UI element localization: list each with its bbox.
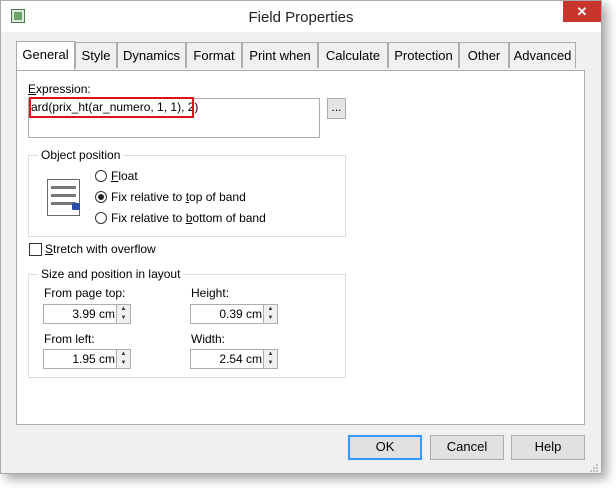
tab-dynamics[interactable]: Dynamics [117, 42, 186, 68]
tab-style[interactable]: Style [75, 42, 117, 68]
height-field[interactable]: 0.39 cm ▲ ▼ [190, 304, 278, 324]
field-properties-dialog: Field Properties ✕ General Style Dynamic… [0, 0, 602, 474]
from-left-spinner[interactable]: ▲ ▼ [116, 350, 130, 368]
from-page-top-field[interactable]: 3.99 cm ▲ ▼ [43, 304, 131, 324]
cancel-button[interactable]: Cancel [430, 435, 504, 460]
width-field[interactable]: 2.54 cm ▲ ▼ [190, 349, 278, 369]
object-position-group: Object position Float Fix relative to to… [28, 148, 346, 237]
height-value: 0.39 cm [219, 307, 262, 321]
help-button[interactable]: Help [511, 435, 585, 460]
fix-bottom-label: Fix relative to bottom of band [111, 211, 266, 225]
expression-label: Expression: [28, 82, 91, 96]
spin-down-icon[interactable]: ▼ [264, 359, 277, 368]
tab-calculate[interactable]: Calculate [318, 42, 388, 68]
ok-button[interactable]: OK [348, 435, 422, 460]
expression-highlight [29, 97, 194, 118]
tab-print-when[interactable]: Print when [242, 42, 318, 68]
height-label: Height: [191, 286, 230, 300]
from-left-value: 1.95 cm [72, 352, 115, 366]
float-label: Float [111, 169, 138, 183]
close-button[interactable]: ✕ [563, 1, 601, 22]
width-label: Width: [191, 332, 226, 346]
tab-general[interactable]: General [16, 41, 75, 70]
dialog-title: Field Properties [248, 9, 354, 26]
fix-top-label: Fix relative to top of band [111, 190, 246, 204]
spin-up-icon[interactable]: ▲ [264, 350, 277, 359]
expression-browse-button[interactable]: ... [327, 98, 346, 119]
general-panel: Expression: ard(prix_ht(ar_numero, 1, 1)… [16, 70, 585, 425]
spin-down-icon[interactable]: ▼ [117, 359, 130, 368]
from-left-label: From left: [44, 332, 95, 346]
from-page-top-spinner[interactable]: ▲ ▼ [116, 305, 130, 323]
stretch-overflow-checkbox[interactable] [29, 243, 42, 256]
stretch-overflow-label: Stretch with overflow [45, 242, 156, 256]
document-lock-icon [47, 179, 80, 216]
from-page-top-value: 3.99 cm [72, 307, 115, 321]
spin-down-icon[interactable]: ▼ [117, 314, 130, 323]
height-spinner[interactable]: ▲ ▼ [263, 305, 277, 323]
float-radio[interactable] [95, 170, 107, 182]
fix-bottom-radio[interactable] [95, 212, 107, 224]
spin-up-icon[interactable]: ▲ [117, 350, 130, 359]
tab-format[interactable]: Format [186, 42, 242, 68]
object-position-title: Object position [38, 148, 124, 162]
tab-advanced[interactable]: Advanced [509, 42, 576, 68]
spin-up-icon[interactable]: ▲ [264, 305, 277, 314]
width-spinner[interactable]: ▲ ▼ [263, 350, 277, 368]
size-position-title: Size and position in layout [38, 267, 184, 281]
tab-other[interactable]: Other [459, 42, 509, 68]
spin-down-icon[interactable]: ▼ [264, 314, 277, 323]
width-value: 2.54 cm [219, 352, 262, 366]
from-page-top-label: From page top: [44, 286, 126, 300]
spin-up-icon[interactable]: ▲ [117, 305, 130, 314]
tab-protection[interactable]: Protection [388, 42, 459, 68]
title-bar: Field Properties ✕ [1, 1, 601, 32]
resize-grip-icon[interactable] [589, 463, 599, 473]
from-left-field[interactable]: 1.95 cm ▲ ▼ [43, 349, 131, 369]
fix-top-radio[interactable] [95, 191, 107, 203]
size-position-group: Size and position in layout From page to… [28, 267, 346, 378]
